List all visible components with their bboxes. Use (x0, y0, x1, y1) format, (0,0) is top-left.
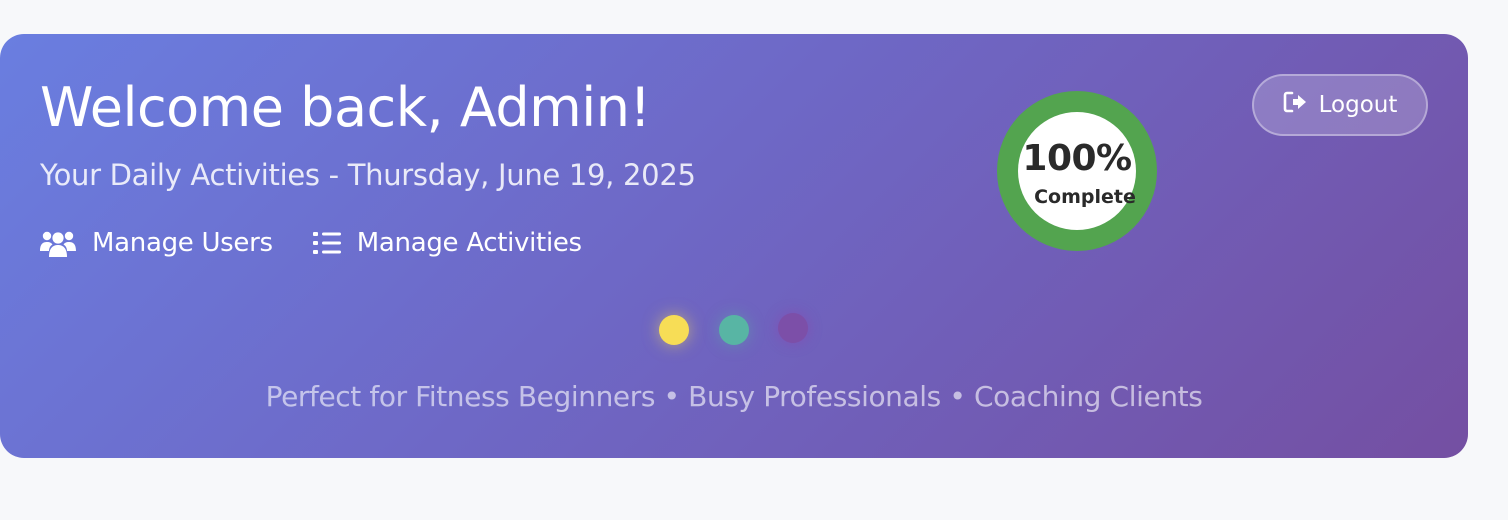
purple-dot (778, 313, 808, 343)
teal-dot (719, 315, 749, 345)
logout-label: Logout (1318, 92, 1398, 118)
progress-percent: 100% (1022, 138, 1132, 179)
sign-out-icon (1283, 91, 1307, 119)
page-title: Welcome back, Admin! (40, 76, 651, 139)
logout-button[interactable]: Logout (1252, 74, 1428, 136)
progress-label: Complete (1034, 186, 1136, 208)
page-subtitle: Your Daily Activities - Thursday, June 1… (40, 158, 696, 192)
manage-users-label: Manage Users (92, 228, 273, 258)
completion-progress-ring: 100% Complete (997, 91, 1157, 251)
admin-nav: Manage Users Manage Activities (40, 228, 582, 258)
manage-activities-link[interactable]: Manage Activities (312, 228, 582, 258)
manage-activities-label: Manage Activities (356, 228, 582, 258)
welcome-banner: Welcome back, Admin! Your Daily Activiti… (0, 34, 1468, 458)
list-icon (312, 231, 341, 255)
progress-center: 100% Complete (1018, 112, 1136, 230)
manage-users-link[interactable]: Manage Users (40, 228, 273, 258)
users-icon (40, 229, 76, 257)
audience-tagline: Perfect for Fitness Beginners • Busy Pro… (265, 380, 1203, 413)
yellow-dot (659, 315, 689, 345)
